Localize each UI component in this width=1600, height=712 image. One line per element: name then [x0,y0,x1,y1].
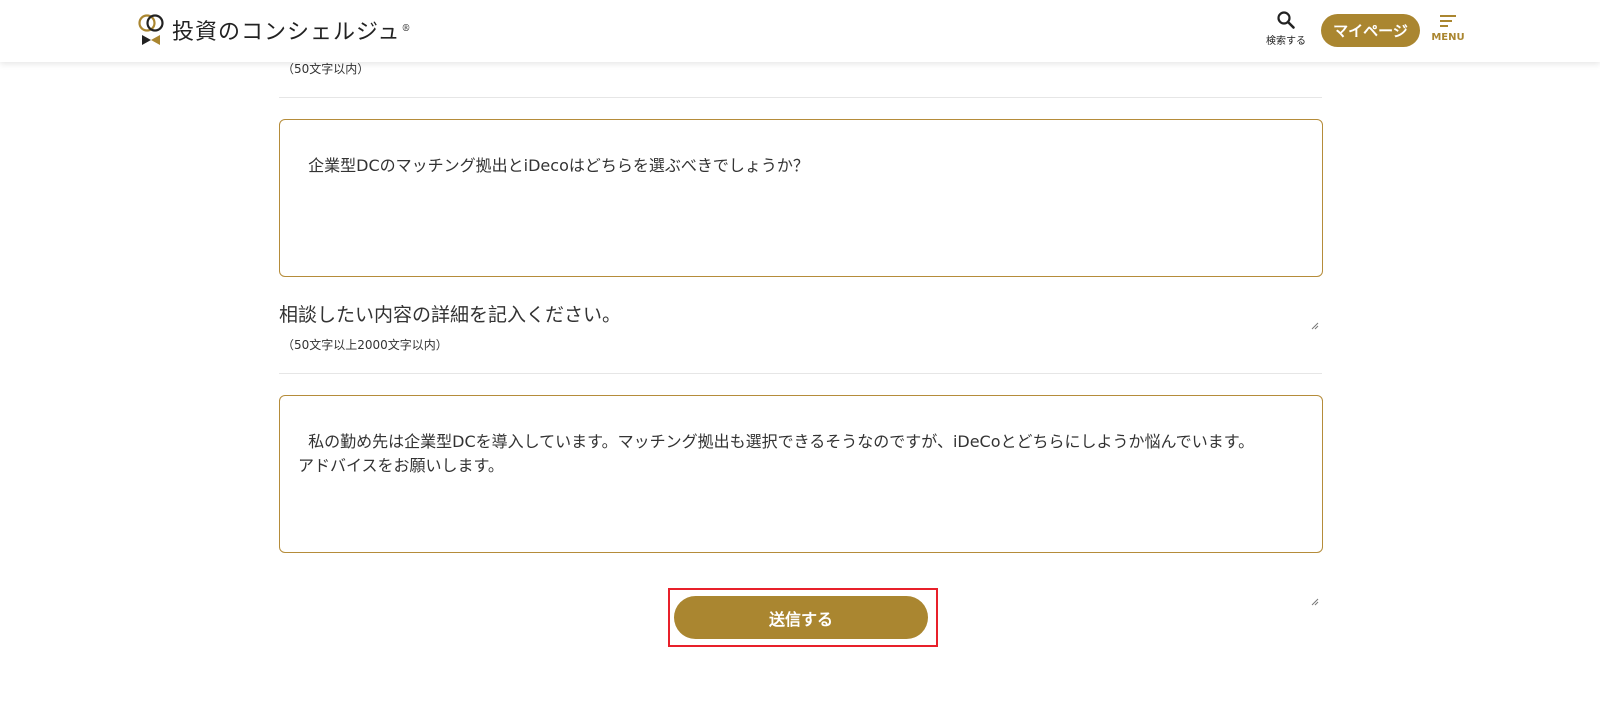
resize-grip-icon[interactable] [1311,541,1319,606]
consultation-title-textarea[interactable]: 企業型DCのマッチング拠出とiDecoはどちらを選ぶべきでしょうか？ [279,119,1323,330]
logo-text: 投資のコンシェルジュ® [172,20,412,45]
submit-button[interactable]: 送信する [674,596,928,639]
detail-label: 相談したい内容の詳細を記入ください。 [279,304,622,326]
menu-button[interactable]: MENU [1430,14,1466,43]
mypage-button[interactable]: マイページ [1321,14,1420,47]
logo-mark-icon [138,13,166,47]
search-icon [1262,10,1310,30]
site-logo[interactable]: 投資のコンシェルジュ® [138,13,411,47]
detail-hint: （50文字以上2000文字以内） [282,338,448,352]
consultation-detail-value: 私の勤め先は企業型DCを導入しています。マッチング拠出も選択できるそうなのですが… [298,432,1255,475]
divider [279,373,1322,374]
menu-icon [1430,14,1466,28]
site-header: 投資のコンシェルジュ® 検索する マイページ MENU [0,0,1600,62]
consultation-detail-textarea[interactable]: 私の勤め先は企業型DCを導入しています。マッチング拠出も選択できるそうなのですが… [279,395,1323,606]
consultation-title-value: 企業型DCのマッチング拠出とiDecoはどちらを選ぶべきでしょうか？ [308,156,809,175]
resize-grip-icon[interactable] [1311,265,1319,330]
menu-label: MENU [1431,32,1465,43]
search-label: 検索する [1266,36,1306,47]
divider [279,97,1322,98]
search-button[interactable]: 検索する [1262,10,1310,47]
title-hint: （50文字以内） [282,62,370,76]
